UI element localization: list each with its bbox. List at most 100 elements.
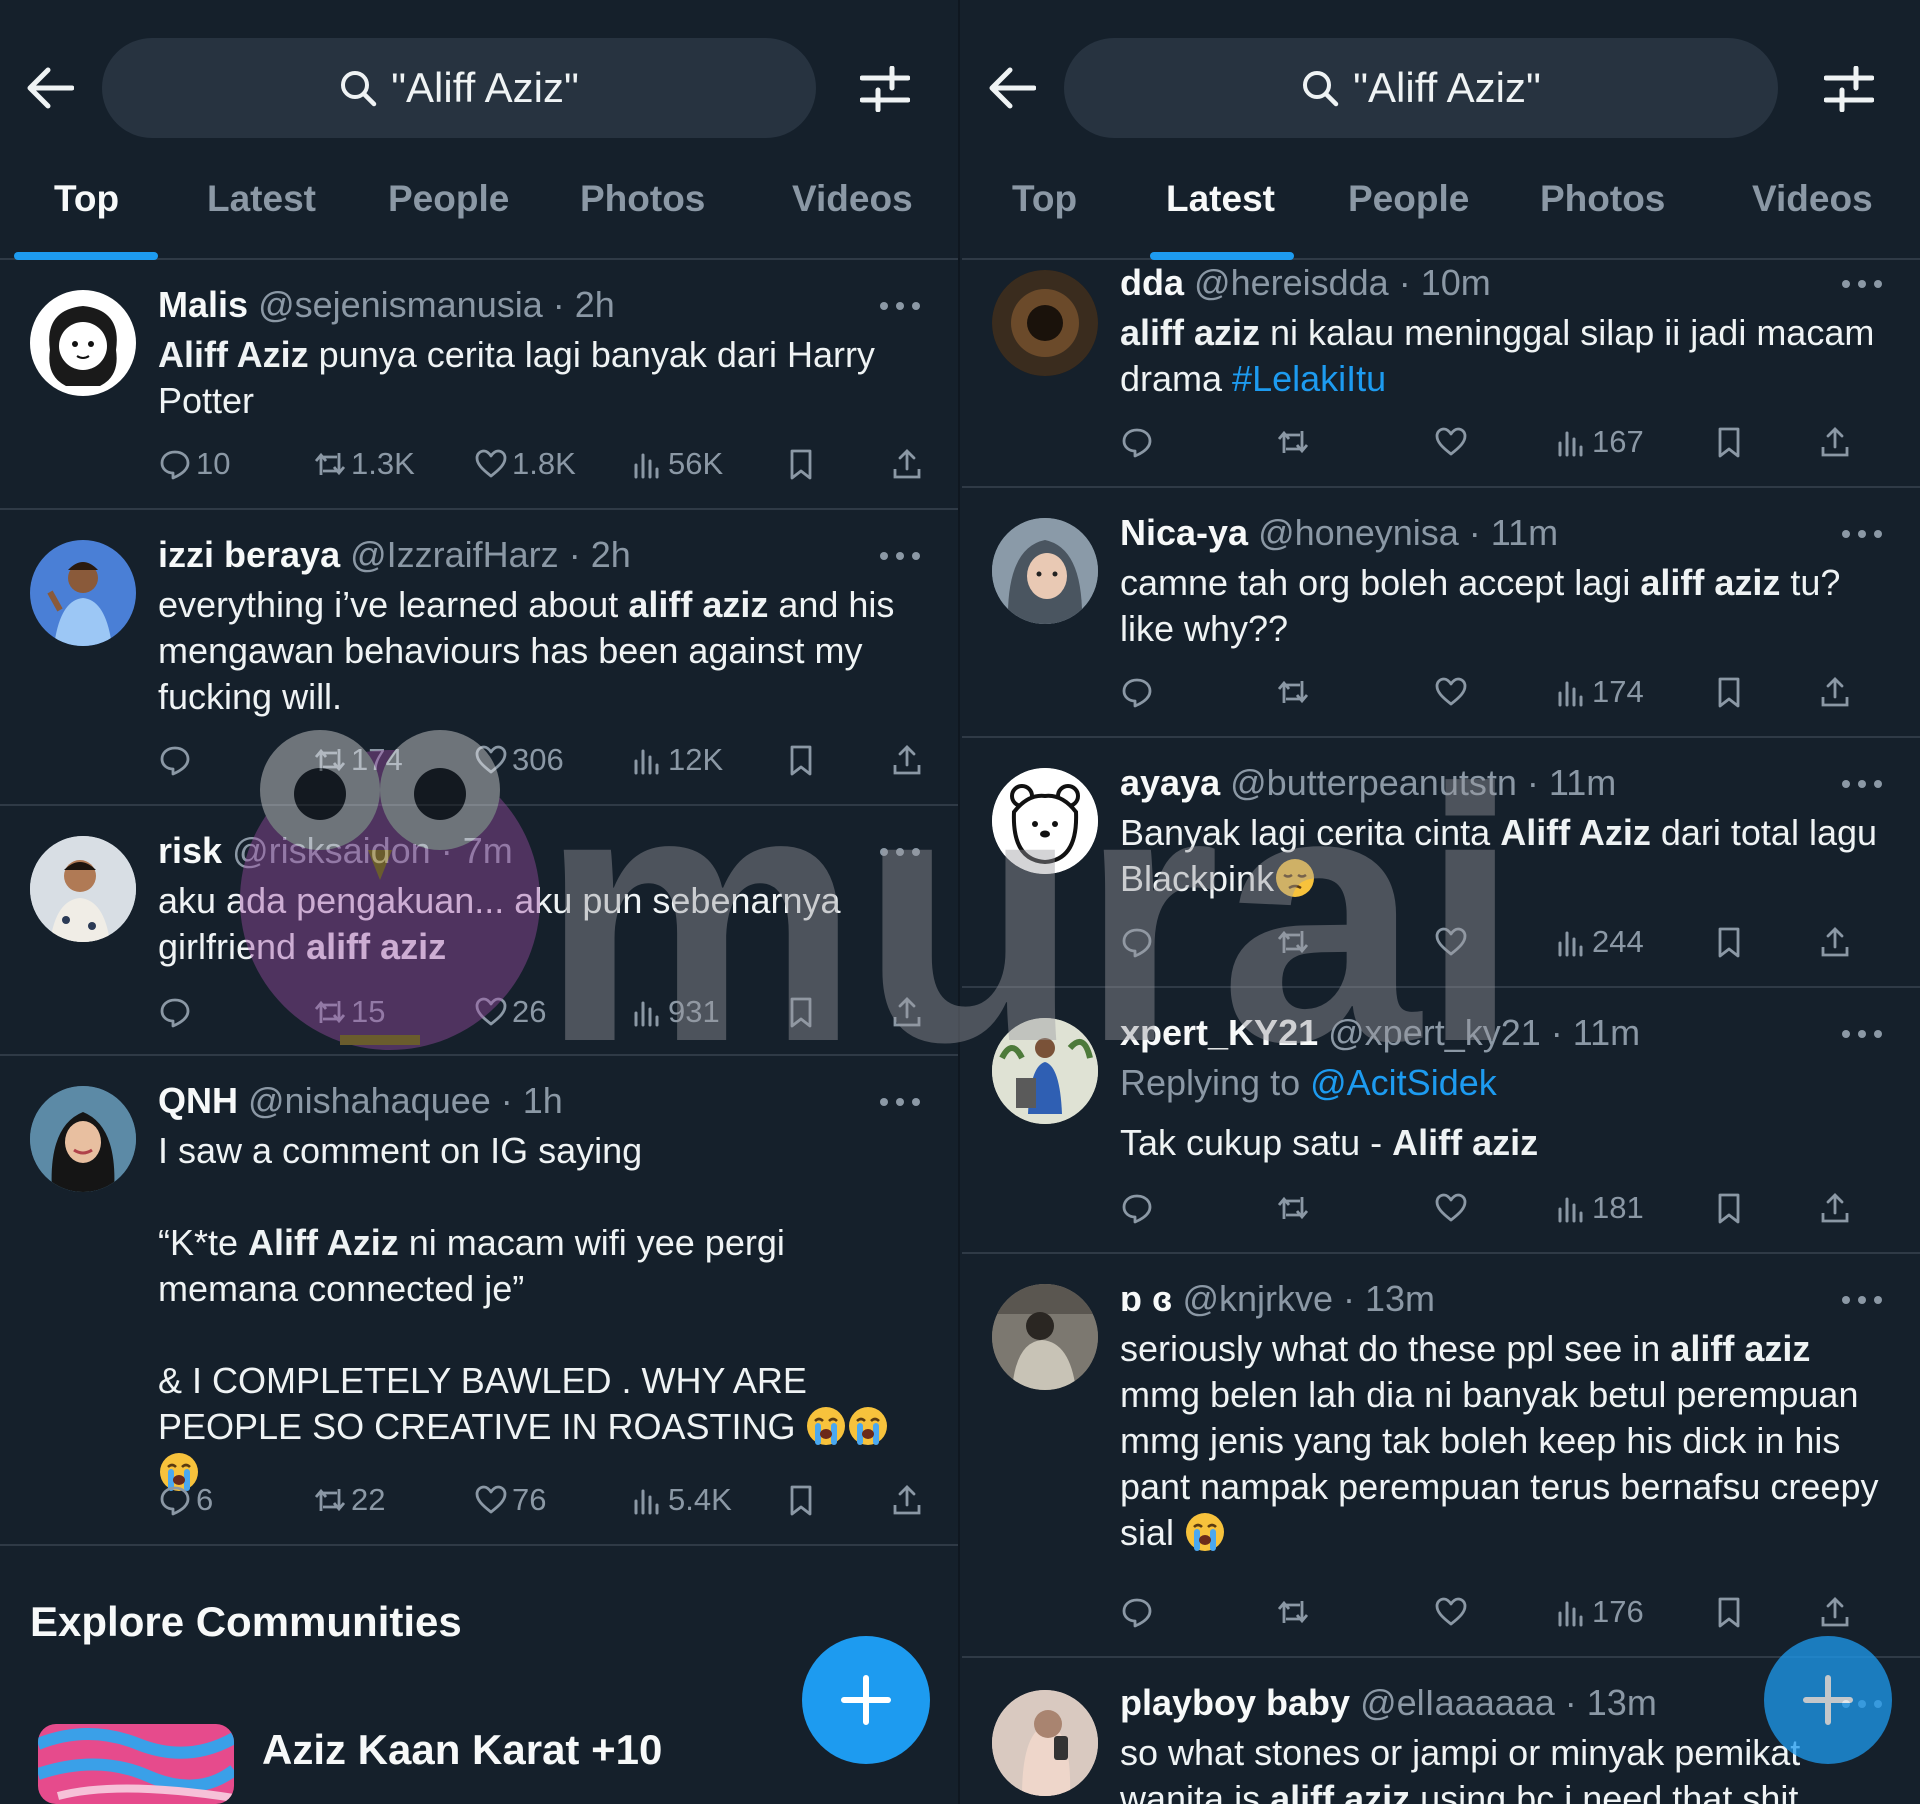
- avatar[interactable]: [30, 290, 136, 396]
- back-arrow-icon[interactable]: [988, 66, 1036, 110]
- views-button[interactable]: 181: [1554, 1188, 1644, 1228]
- avatar[interactable]: [992, 1690, 1098, 1796]
- avatar[interactable]: [992, 768, 1098, 874]
- user-handle[interactable]: @sejenismanusia: [258, 284, 543, 325]
- like-button[interactable]: [1434, 1592, 1468, 1632]
- like-button[interactable]: 26: [474, 992, 546, 1032]
- retweet-button[interactable]: 174: [313, 740, 403, 780]
- search-input[interactable]: "Aliff Aziz": [1064, 38, 1778, 138]
- reply-button[interactable]: [1120, 672, 1154, 712]
- tweet[interactable]: risk @risksaidon · 7m aku ada pengakuan.…: [0, 806, 958, 1056]
- share-button[interactable]: [890, 444, 924, 484]
- user-handle[interactable]: @butterpeanutstn: [1230, 762, 1517, 803]
- display-name[interactable]: Nica-ya: [1120, 512, 1248, 553]
- like-button[interactable]: 76: [474, 1480, 546, 1520]
- share-button[interactable]: [1818, 1592, 1852, 1632]
- hashtag-link[interactable]: #LelakiItu: [1232, 358, 1386, 399]
- retweet-button[interactable]: [1276, 1188, 1310, 1228]
- tab-videos[interactable]: Videos: [1752, 178, 1873, 220]
- display-name[interactable]: xpert_KY21: [1120, 1012, 1318, 1053]
- search-input[interactable]: "Aliff Aziz": [102, 38, 816, 138]
- retweet-button[interactable]: 22: [313, 1480, 385, 1520]
- display-name[interactable]: izzi beraya: [158, 534, 340, 575]
- tab-photos[interactable]: Photos: [1540, 178, 1665, 220]
- tweet-time[interactable]: 2h: [575, 284, 615, 325]
- views-button[interactable]: 12K: [630, 740, 723, 780]
- more-options-icon[interactable]: [880, 848, 922, 858]
- share-button[interactable]: [1818, 922, 1852, 962]
- bookmark-button[interactable]: [784, 740, 818, 780]
- like-button[interactable]: 1.8K: [474, 444, 576, 484]
- reply-button[interactable]: [1120, 1592, 1154, 1632]
- tab-people[interactable]: People: [1348, 178, 1469, 220]
- compose-button[interactable]: [802, 1636, 930, 1764]
- back-arrow-icon[interactable]: [26, 66, 74, 110]
- community-name[interactable]: Aziz Kaan Karat +10: [262, 1726, 662, 1774]
- retweet-button[interactable]: [1276, 922, 1310, 962]
- user-handle[interactable]: @elIaaaaaa: [1360, 1682, 1555, 1723]
- views-button[interactable]: 167: [1554, 422, 1644, 462]
- search-settings-icon[interactable]: [1824, 66, 1874, 112]
- user-handle[interactable]: @knjrkve: [1182, 1278, 1333, 1319]
- tweet[interactable]: QNH @nishahaquee · 1h I saw a comment on…: [0, 1056, 958, 1546]
- user-handle[interactable]: @honeynisa: [1258, 512, 1459, 553]
- bookmark-button[interactable]: [1712, 922, 1746, 962]
- display-name[interactable]: QNH: [158, 1080, 238, 1121]
- more-options-icon[interactable]: [880, 302, 922, 312]
- tab-latest[interactable]: Latest: [1166, 178, 1275, 220]
- display-name[interactable]: Malis: [158, 284, 248, 325]
- retweet-button[interactable]: [1276, 422, 1310, 462]
- retweet-button[interactable]: 1.3K: [313, 444, 415, 484]
- tweet[interactable]: dda @hereisdda · 10m aliff aziz ni kalau…: [962, 262, 1920, 488]
- tweet[interactable]: izzi beraya @IzzraifHarz · 2h everything…: [0, 510, 958, 806]
- avatar[interactable]: [992, 1284, 1098, 1390]
- display-name[interactable]: ayaya: [1120, 762, 1220, 803]
- like-button[interactable]: [1434, 672, 1468, 712]
- reply-button[interactable]: [158, 992, 196, 1032]
- more-options-icon[interactable]: [1842, 780, 1884, 790]
- bookmark-button[interactable]: [1712, 1188, 1746, 1228]
- avatar[interactable]: [30, 836, 136, 942]
- reply-button[interactable]: 6: [158, 1480, 213, 1520]
- tweet-time[interactable]: 11m: [1549, 762, 1616, 803]
- tweet-time[interactable]: 13m: [1587, 1682, 1657, 1723]
- tweet-time[interactable]: 2h: [591, 534, 631, 575]
- like-button[interactable]: [1434, 422, 1468, 462]
- retweet-button[interactable]: [1276, 1592, 1310, 1632]
- user-handle[interactable]: @hereisdda: [1194, 262, 1389, 303]
- tab-videos[interactable]: Videos: [792, 178, 913, 220]
- share-button[interactable]: [1818, 672, 1852, 712]
- reply-button[interactable]: [1120, 922, 1154, 962]
- more-options-icon[interactable]: [1842, 1296, 1884, 1306]
- search-settings-icon[interactable]: [860, 66, 910, 112]
- retweet-button[interactable]: [1276, 672, 1310, 712]
- user-handle[interactable]: @xpert_ky21: [1328, 1012, 1541, 1053]
- tab-top[interactable]: Top: [1012, 178, 1077, 220]
- views-button[interactable]: 56K: [630, 444, 723, 484]
- views-button[interactable]: 931: [630, 992, 720, 1032]
- reply-button[interactable]: [1120, 422, 1154, 462]
- views-button[interactable]: 5.4K: [630, 1480, 732, 1520]
- share-button[interactable]: [1818, 1188, 1852, 1228]
- reply-button[interactable]: 10: [158, 444, 230, 484]
- like-button[interactable]: [1434, 1188, 1468, 1228]
- tweet-time[interactable]: 11m: [1573, 1012, 1640, 1053]
- bookmark-button[interactable]: [1712, 1592, 1746, 1632]
- tweet-time[interactable]: 11m: [1491, 512, 1558, 553]
- user-handle[interactable]: @risksaidon: [232, 830, 431, 871]
- tweet[interactable]: Malis @sejenismanusia · 2h Aliff Aziz pu…: [0, 262, 958, 510]
- views-button[interactable]: 174: [1554, 672, 1644, 712]
- display-name[interactable]: dda: [1120, 262, 1184, 303]
- more-options-icon[interactable]: [1842, 1030, 1884, 1040]
- views-button[interactable]: 176: [1554, 1592, 1644, 1632]
- reply-button[interactable]: [1120, 1188, 1154, 1228]
- tweet-time[interactable]: 1h: [523, 1080, 563, 1121]
- display-name[interactable]: ɒ ɞ: [1120, 1278, 1172, 1319]
- community-banner[interactable]: [38, 1724, 234, 1804]
- bookmark-button[interactable]: [784, 444, 818, 484]
- bookmark-button[interactable]: [1712, 422, 1746, 462]
- compose-button[interactable]: [1764, 1636, 1892, 1764]
- tab-latest[interactable]: Latest: [207, 178, 316, 220]
- tweet[interactable]: ayaya @butterpeanutstn · 11m Banyak lagi…: [962, 738, 1920, 988]
- share-button[interactable]: [1818, 422, 1852, 462]
